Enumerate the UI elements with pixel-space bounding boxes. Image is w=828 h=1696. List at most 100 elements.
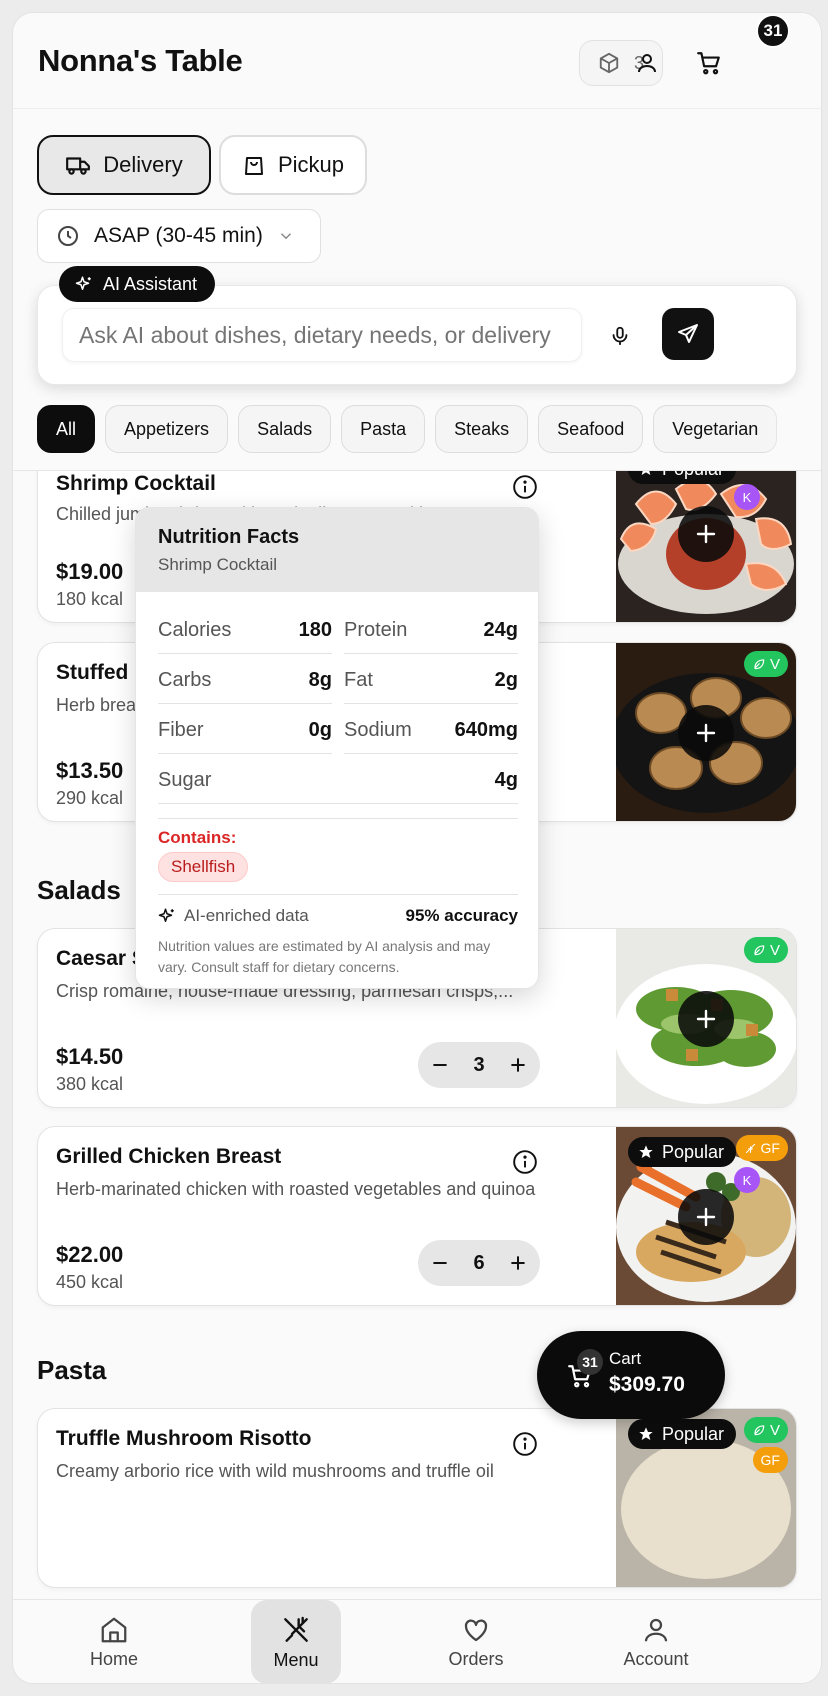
menu-item-card[interactable]: Grilled Chicken Breast Herb-marinated ch…	[37, 1126, 797, 1306]
ai-enriched-label: AI-enriched data	[184, 906, 309, 925]
truck-icon	[66, 157, 91, 175]
menu-item-name: Truffle Mushroom Risotto	[56, 1427, 312, 1450]
gluten-free-badge: GF	[752, 1447, 788, 1473]
nav-home[interactable]: Home	[49, 1600, 179, 1683]
quantity-value: 6	[473, 1251, 485, 1274]
pickup-label: Pickup	[277, 152, 345, 177]
nutrition-row-calories: Calories 180	[158, 608, 332, 654]
nutrition-header: Nutrition Facts Shrimp Cocktail	[136, 508, 538, 592]
gluten-free-badge: GF	[735, 1135, 788, 1161]
section-title-salads: Salads	[37, 875, 121, 905]
info-icon[interactable]	[512, 474, 538, 500]
delivery-toggle[interactable]: Delivery	[37, 135, 211, 195]
cart-label: Cart	[609, 1349, 642, 1368]
menu-item-card[interactable]: Truffle Mushroom Risotto Creamy arborio …	[37, 1408, 797, 1588]
user-icon	[644, 1618, 668, 1641]
vegetarian-badge: V	[743, 937, 788, 963]
menu-item-calories: 450 kcal	[56, 1272, 124, 1292]
floating-cart-button[interactable]: 31 Cart $309.70	[537, 1331, 725, 1419]
cart-count-badge: 31	[756, 14, 790, 48]
minus-icon[interactable]	[430, 1253, 450, 1273]
plus-icon	[696, 1009, 716, 1029]
account-button[interactable]	[627, 43, 667, 83]
clock-icon	[58, 226, 78, 246]
menu-item-name: Grilled Chicken Breast	[56, 1145, 282, 1168]
contains-label: Contains:	[158, 828, 237, 847]
vegetarian-badge: V	[743, 1417, 788, 1443]
category-chip-salads[interactable]: Salads	[238, 405, 332, 453]
nav-orders[interactable]: Orders	[411, 1600, 541, 1683]
plus-icon	[696, 1207, 716, 1227]
menu-item-price: $13.50	[56, 758, 124, 783]
cart-count-badge: 31	[577, 1349, 603, 1375]
add-to-cart-button[interactable]	[678, 705, 734, 761]
add-to-cart-button[interactable]	[678, 506, 734, 562]
delivery-time-value: ASAP (30-45 min)	[94, 224, 263, 247]
info-icon[interactable]	[512, 1431, 538, 1457]
stuffed-mushrooms-photo: V	[616, 643, 796, 821]
star-icon	[639, 1427, 653, 1440]
send-icon	[678, 324, 698, 343]
pickup-toggle[interactable]: Pickup	[219, 135, 367, 195]
send-query-button[interactable]	[662, 308, 714, 360]
nutrition-disclaimer: Nutrition values are estimated by AI ana…	[158, 938, 491, 975]
home-icon	[101, 1617, 127, 1642]
chips-fade	[765, 398, 821, 468]
kosher-badge: K	[734, 484, 760, 510]
bottom-navigation: Home Menu Orders Account	[13, 1599, 821, 1683]
category-chip-pasta[interactable]: Pasta	[341, 405, 426, 453]
menu-item-price: $22.00	[56, 1242, 124, 1267]
leaf-icon	[754, 1425, 765, 1436]
section-title-pasta: Pasta	[37, 1355, 107, 1385]
info-icon[interactable]	[512, 1149, 538, 1175]
star-icon	[639, 1145, 653, 1158]
quantity-stepper: 3	[418, 1042, 540, 1088]
microphone-icon	[612, 326, 628, 346]
heart-icon	[464, 1618, 488, 1641]
plus-icon[interactable]	[508, 1055, 528, 1075]
menu-item-calories: 290 kcal	[56, 788, 124, 808]
delivery-time-select[interactable]: ASAP (30-45 min)	[37, 209, 321, 263]
nutrition-row-fiber: Fiber 0g	[158, 708, 332, 754]
app-frame: Nonna's Table 3 31 Delivery Pickup ASAP …	[13, 13, 821, 1683]
voice-input-button[interactable]	[598, 314, 642, 358]
delivery-label: Delivery	[103, 152, 183, 177]
menu-item-calories: 180 kcal	[56, 589, 124, 609]
add-to-cart-button[interactable]	[678, 991, 734, 1047]
cart-total: $309.70	[609, 1373, 685, 1396]
category-chip-seafood[interactable]: Seafood	[538, 405, 644, 453]
vegetarian-badge: V	[743, 651, 788, 677]
nutrition-row-sodium: Sodium 640mg	[344, 708, 518, 754]
user-icon	[638, 54, 656, 73]
category-chip-appetizers[interactable]: Appetizers	[105, 405, 229, 453]
shrimp-cocktail-photo: Popular GF K	[616, 471, 796, 622]
category-chip-all[interactable]: All	[37, 405, 96, 453]
caesar-salad-photo: V	[616, 929, 796, 1107]
plus-icon[interactable]	[508, 1253, 528, 1273]
cart-icon	[697, 52, 720, 75]
popular-badge: Popular	[628, 1137, 737, 1167]
nav-account[interactable]: Account	[591, 1600, 721, 1683]
sparkles-icon	[75, 276, 91, 290]
kosher-badge: K	[734, 1167, 760, 1193]
minus-icon[interactable]	[430, 1055, 450, 1075]
nutrition-divider	[158, 818, 518, 819]
plus-icon	[696, 524, 716, 544]
wheat-off-icon	[745, 1143, 755, 1153]
nutrition-row-carbs: Carbs 8g	[158, 658, 332, 704]
grilled-chicken-photo: Popular GF K	[616, 1127, 796, 1305]
add-to-cart-button[interactable]	[678, 1189, 734, 1245]
popular-badge: Popular	[628, 471, 737, 484]
leaf-icon	[754, 945, 765, 956]
brand-title: Nonna's Table	[38, 43, 243, 78]
cart-button[interactable]	[689, 43, 729, 83]
category-chip-steaks[interactable]: Steaks	[435, 405, 529, 453]
category-chip-vegetarian[interactable]: Vegetarian	[653, 405, 778, 453]
quantity-stepper: 6	[418, 1240, 540, 1286]
nav-menu[interactable]: Menu	[251, 1600, 341, 1683]
menu-item-description: Creamy arborio rice with wild mushrooms …	[56, 1461, 494, 1481]
category-filter-bar: All Appetizers Salads Pasta Steaks Seafo…	[37, 405, 778, 455]
menu-item-description: Herb-marinated chicken with roasted vege…	[56, 1179, 536, 1199]
menu-item-calories: 380 kcal	[56, 1074, 124, 1094]
ai-query-input[interactable]	[62, 308, 582, 362]
